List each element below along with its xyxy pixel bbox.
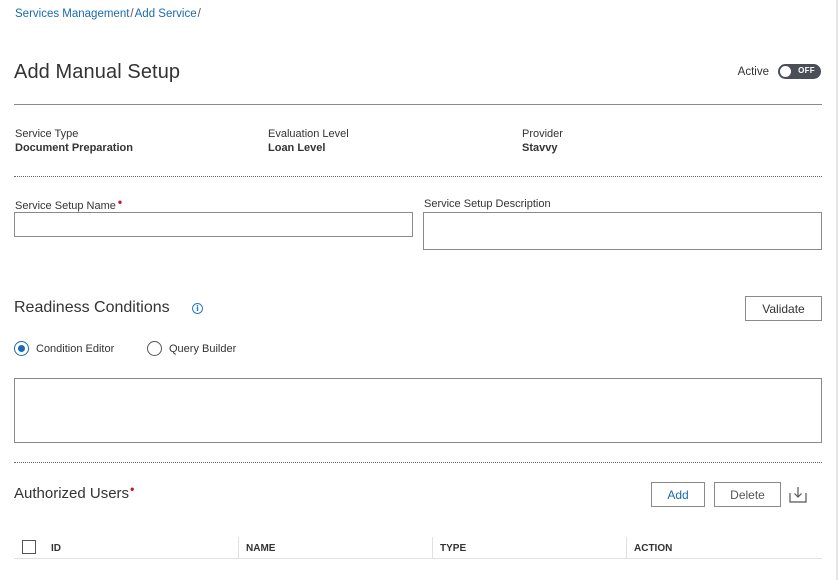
active-label: Active: [737, 65, 769, 78]
readiness-divider: [14, 462, 822, 463]
readiness-conditions-title: Readiness Conditions: [14, 299, 170, 316]
radio-button-unselected: [147, 341, 162, 356]
info-divider: [14, 176, 822, 177]
setup-description-label: Service Setup Description: [424, 198, 551, 210]
service-type-value: Document Preparation: [15, 142, 133, 154]
condition-editor-box[interactable]: [14, 378, 822, 443]
provider-value: Stavvy: [522, 142, 558, 154]
setup-name-input[interactable]: [14, 212, 413, 237]
service-type-info: Service Type Document Preparation: [15, 128, 133, 154]
setup-name-label-text: Service Setup Name: [15, 200, 116, 212]
page: Services Management/Add Service/ Add Man…: [0, 0, 838, 580]
delete-user-button[interactable]: Delete: [714, 482, 781, 507]
breadcrumb: Services Management/Add Service/: [15, 8, 202, 20]
radio-button-selected: [14, 341, 29, 356]
column-header-action[interactable]: ACTION: [626, 537, 822, 559]
breadcrumb-add-service[interactable]: Add Service: [135, 8, 197, 20]
radio-query-builder[interactable]: Query Builder: [147, 341, 236, 356]
info-circle-icon[interactable]: i: [192, 303, 203, 314]
provider-info: Provider Stavvy: [522, 128, 563, 154]
select-all-checkbox[interactable]: [22, 540, 36, 554]
radio-condition-editor[interactable]: Condition Editor: [14, 341, 114, 356]
toggle-knob: [780, 66, 791, 77]
add-user-button[interactable]: Add: [651, 482, 705, 507]
column-header-type[interactable]: TYPE: [432, 537, 626, 559]
breadcrumb-separator: /: [130, 8, 134, 20]
evaluation-level-value: Loan Level: [268, 142, 326, 154]
users-table-header: ID NAME TYPE ACTION: [14, 537, 822, 559]
authorized-users-title-text: Authorized Users: [14, 485, 130, 502]
authorized-users-title: Authorized Users•: [14, 482, 135, 502]
service-type-label: Service Type: [15, 128, 79, 140]
column-header-name[interactable]: NAME: [238, 537, 432, 559]
breadcrumb-separator: /: [197, 8, 201, 20]
toggle-state: OFF: [798, 66, 815, 75]
page-title: Add Manual Setup: [14, 61, 181, 83]
column-header-id[interactable]: ID: [44, 537, 238, 559]
active-toggle-group: Active OFF: [738, 64, 821, 79]
breadcrumb-services-management[interactable]: Services Management: [15, 8, 129, 20]
radio-query-builder-label: Query Builder: [169, 342, 237, 355]
required-indicator: •: [130, 482, 135, 496]
setup-description-input[interactable]: [423, 212, 822, 250]
export-icon[interactable]: [788, 485, 808, 505]
validate-button[interactable]: Validate: [745, 296, 822, 321]
title-divider: [14, 104, 822, 105]
setup-name-label: Service Setup Name •: [15, 195, 123, 212]
required-indicator: •: [117, 195, 123, 209]
select-all-column: [14, 537, 46, 559]
provider-label: Provider: [522, 128, 563, 140]
evaluation-level-label: Evaluation Level: [268, 128, 349, 140]
radio-condition-editor-label: Condition Editor: [36, 342, 115, 355]
active-toggle[interactable]: OFF: [778, 64, 821, 79]
evaluation-level-info: Evaluation Level Loan Level: [268, 128, 349, 154]
